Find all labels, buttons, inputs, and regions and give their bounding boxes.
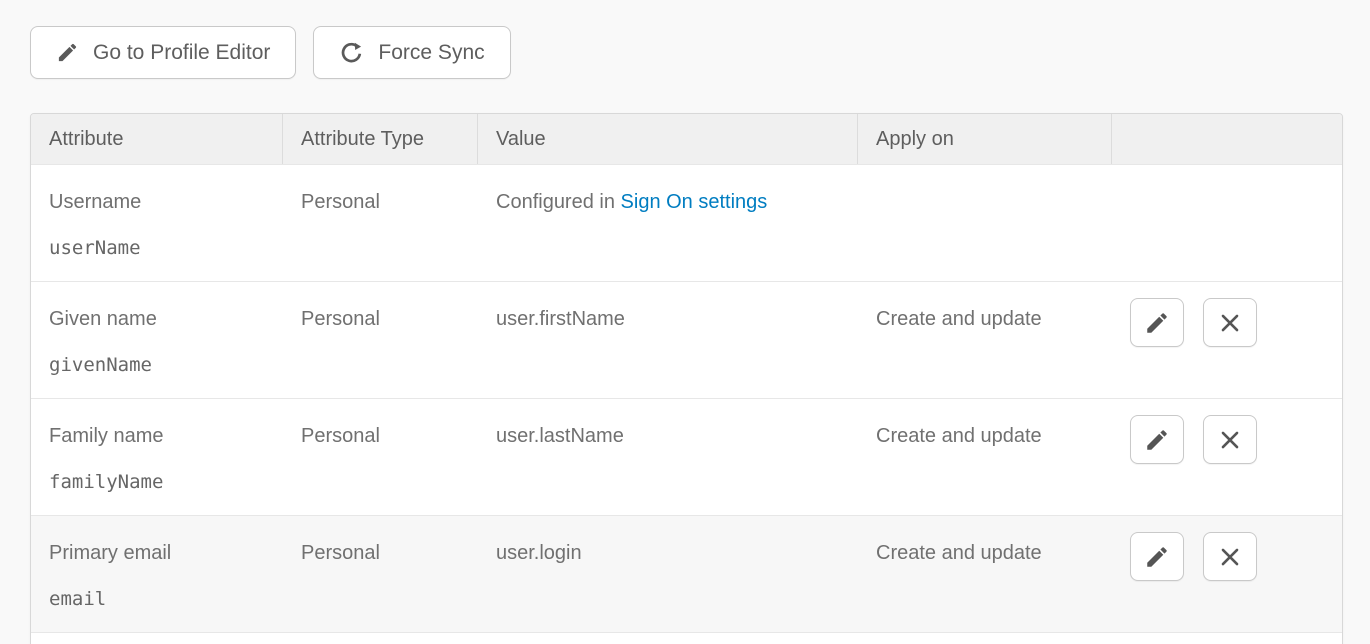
- edit-attribute-button[interactable]: [1130, 298, 1184, 347]
- delete-attribute-button[interactable]: [1203, 298, 1257, 347]
- pencil-icon: [56, 41, 79, 64]
- attribute-type-cell: Personal: [283, 516, 478, 632]
- pencil-icon: [1144, 544, 1170, 570]
- attribute-type-cell: Personal: [283, 282, 478, 398]
- actions-cell: [1112, 282, 1342, 398]
- x-icon: [1217, 544, 1243, 570]
- refresh-icon: [339, 40, 364, 65]
- attribute-cell: Given name givenName: [31, 282, 283, 398]
- value-cell: user.lastName: [478, 399, 858, 515]
- attribute-label: Given name: [49, 307, 273, 332]
- header-attribute: Attribute: [31, 114, 283, 164]
- attribute-cell: Family name familyName: [31, 399, 283, 515]
- actions-cell: [1112, 399, 1342, 515]
- table-header-row: Attribute Attribute Type Value Apply on: [31, 114, 1342, 164]
- delete-attribute-button[interactable]: [1203, 415, 1257, 464]
- force-sync-button[interactable]: Force Sync: [313, 26, 510, 79]
- header-apply-on: Apply on: [858, 114, 1112, 164]
- attribute-variable: familyName: [49, 470, 273, 495]
- attribute-type-cell: Personal: [283, 165, 478, 281]
- x-icon: [1217, 310, 1243, 336]
- go-to-profile-editor-button[interactable]: Go to Profile Editor: [30, 26, 296, 79]
- value-cell: user.firstName: [478, 282, 858, 398]
- table-row: Given name givenName Personal user.first…: [31, 281, 1342, 398]
- table-row: Family name familyName Personal user.las…: [31, 398, 1342, 515]
- apply-on-cell: Create and update: [858, 399, 1112, 515]
- header-value: Value: [478, 114, 858, 164]
- pencil-icon: [1144, 427, 1170, 453]
- attribute-label: Primary email: [49, 541, 273, 566]
- x-icon: [1217, 427, 1243, 453]
- header-actions: [1112, 114, 1342, 164]
- attribute-variable: email: [49, 587, 273, 612]
- value-cell: Configured in Sign On settings: [478, 165, 858, 281]
- force-sync-label: Force Sync: [378, 41, 484, 65]
- edit-attribute-button[interactable]: [1130, 415, 1184, 464]
- table-row: Primary email email Personal user.login …: [31, 515, 1342, 632]
- table-row: Username userName Personal Configured in…: [31, 164, 1342, 281]
- attribute-cell: Primary email email: [31, 516, 283, 632]
- attribute-label: Family name: [49, 424, 273, 449]
- actions-cell: [1112, 165, 1342, 281]
- actions-cell: [1112, 516, 1342, 632]
- attribute-variable: userName: [49, 236, 273, 261]
- apply-on-cell: Create and update: [858, 516, 1112, 632]
- sign-on-settings-link[interactable]: Sign On settings: [621, 191, 768, 213]
- attribute-variable: givenName: [49, 353, 273, 378]
- attribute-cell: Username userName: [31, 165, 283, 281]
- header-attribute-type: Attribute Type: [283, 114, 478, 164]
- value-cell: user.login: [478, 516, 858, 632]
- edit-attribute-button[interactable]: [1130, 532, 1184, 581]
- delete-attribute-button[interactable]: [1203, 532, 1257, 581]
- table-row-partial: [31, 632, 1342, 644]
- toolbar: Go to Profile Editor Force Sync: [0, 0, 1370, 79]
- apply-on-cell: [858, 165, 1112, 281]
- go-to-profile-editor-label: Go to Profile Editor: [93, 41, 270, 65]
- apply-on-cell: Create and update: [858, 282, 1112, 398]
- value-text: Configured in: [496, 191, 621, 213]
- attribute-label: Username: [49, 190, 273, 215]
- attribute-mappings-table: Attribute Attribute Type Value Apply on …: [30, 113, 1343, 644]
- pencil-icon: [1144, 310, 1170, 336]
- attribute-type-cell: Personal: [283, 399, 478, 515]
